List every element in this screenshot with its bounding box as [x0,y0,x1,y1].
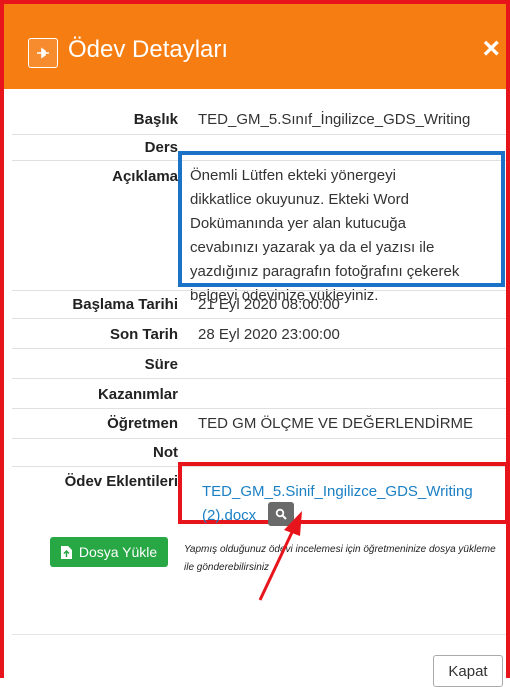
close-button[interactable]: Kapat [433,655,503,687]
start-date-label: Başlama Tarihi [72,296,178,313]
modal-header: Ödev Detayları × [4,4,506,89]
attachments-label: Ödev Eklentileri [64,473,178,490]
divider [12,378,506,379]
pin-button[interactable] [28,38,58,68]
end-date-label: Son Tarih [109,326,178,343]
outcomes-label: Kazanımlar [97,386,178,403]
annotation-arrow [258,511,302,601]
description-label: Açıklama [112,168,178,185]
title-label: Başlık [133,111,178,128]
close-icon[interactable]: × [482,32,500,66]
attachment-link-line2[interactable]: (2).docx [202,504,492,528]
modal-title: Ödev Detayları [68,36,229,63]
upload-button-label: Dosya Yükle [78,544,158,560]
title-value: TED_GM_5.Sınıf_İngilizce_GDS_Writing [198,111,471,128]
teacher-value: TED GM ÖLÇME VE DEĞERLENDİRME [198,415,474,432]
course-label: Ders [144,139,178,156]
footer-divider [12,634,506,635]
start-date-value: 21 Eyl 2020 08:00:00 [198,296,340,313]
attachment-link-line1[interactable]: TED_GM_5.Sinif_Ingilizce_GDS_Writing [202,480,492,504]
pin-icon [37,47,49,59]
divider [12,290,506,291]
annotation-blue-box [178,151,505,287]
divider [12,134,506,135]
divider [12,348,506,349]
divider [12,438,506,439]
divider [12,318,506,319]
duration-label: Süre [144,356,178,373]
attachment-link[interactable]: TED_GM_5.Sinif_Ingilizce_GDS_Writing (2)… [202,480,492,528]
upload-file-button[interactable]: Dosya Yükle [50,537,168,567]
note-label: Not [153,444,178,461]
upload-note: Yapmış olduğunuz ödevi incelemesi için ö… [184,544,496,573]
divider [12,408,506,409]
end-date-value: 28 Eyl 2020 23:00:00 [198,326,340,343]
file-upload-icon [60,545,72,559]
teacher-label: Öğretmen [107,415,178,432]
